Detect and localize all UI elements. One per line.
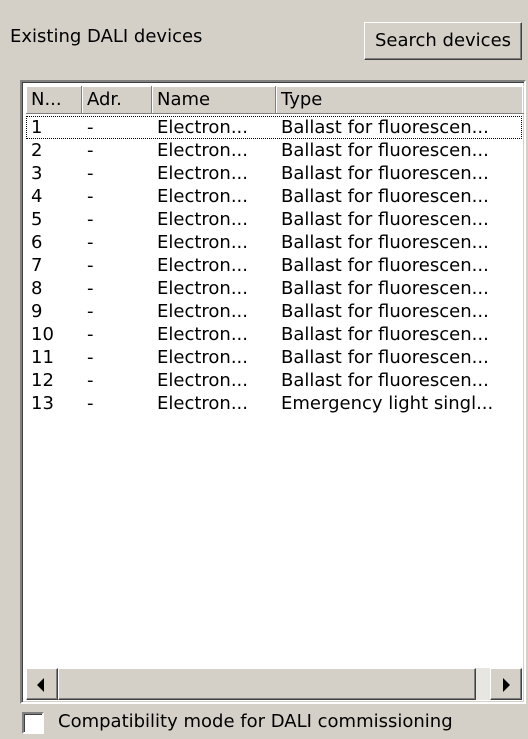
cell-number: 6 (31, 232, 43, 253)
cell-address: - (87, 209, 94, 230)
cell-number: 12 (31, 370, 54, 391)
cell-number: 4 (31, 186, 43, 207)
cell-address: - (87, 140, 94, 161)
cell-name: Electron... (157, 393, 248, 414)
cell-address: - (87, 163, 94, 184)
table-row[interactable]: 13 - Electron... Emergency light singl... (26, 392, 522, 415)
scrollbar-thumb[interactable] (58, 668, 476, 700)
scroll-right-button[interactable] (490, 668, 522, 700)
cell-name: Electron... (157, 370, 248, 391)
cell-address: - (87, 393, 94, 414)
table-row[interactable]: 7 - Electron... Ballast for fluorescen... (26, 254, 522, 277)
cell-number: 5 (31, 209, 43, 230)
devices-group-label: Existing DALI devices (10, 26, 203, 47)
cell-address: - (87, 232, 94, 253)
scroll-left-arrow-icon (37, 678, 44, 692)
cell-type: Ballast for fluorescen... (281, 347, 489, 368)
cell-name: Electron... (157, 347, 248, 368)
cell-address: - (87, 347, 94, 368)
cell-name: Electron... (157, 232, 248, 253)
table-row[interactable]: 3 - Electron... Ballast for fluorescen... (26, 162, 522, 185)
cell-type: Ballast for fluorescen... (281, 278, 489, 299)
table-row[interactable]: 8 - Electron... Ballast for fluorescen... (26, 277, 522, 300)
table-row[interactable]: 12 - Electron... Ballast for fluorescen... (26, 369, 522, 392)
cell-type: Ballast for fluorescen... (281, 209, 489, 230)
table-row[interactable]: 4 - Electron... Ballast for fluorescen... (26, 185, 522, 208)
cell-address: - (87, 117, 94, 138)
compatibility-mode-label: Compatibility mode for DALI commissionin… (58, 711, 453, 732)
cell-name: Electron... (157, 117, 248, 138)
cell-type: Ballast for fluorescen... (281, 370, 489, 391)
column-header-row: N... Adr. Name Type (26, 86, 524, 114)
cell-type: Ballast for fluorescen... (281, 232, 489, 253)
cell-address: - (87, 301, 94, 322)
cell-number: 7 (31, 255, 43, 276)
search-devices-button[interactable]: Search devices (364, 22, 522, 60)
column-header-type[interactable]: Type (276, 86, 524, 114)
table-row[interactable]: 10 - Electron... Ballast for fluorescen... (26, 323, 522, 346)
column-header-name[interactable]: Name (152, 86, 276, 114)
column-header-number[interactable]: N... (26, 86, 82, 114)
cell-address: - (87, 255, 94, 276)
cell-type: Ballast for fluorescen... (281, 301, 489, 322)
cell-type: Ballast for fluorescen... (281, 163, 489, 184)
cell-name: Electron... (157, 186, 248, 207)
cell-number: 2 (31, 140, 43, 161)
cell-name: Electron... (157, 301, 248, 322)
device-list[interactable]: N... Adr. Name Type 1 - Electron... Ballast… (20, 80, 526, 704)
cell-name: Electron... (157, 163, 248, 184)
cell-type: Ballast for fluorescen... (281, 324, 489, 345)
cell-name: Electron... (157, 255, 248, 276)
device-rows: 1 - Electron... Ballast for fluorescen... 2 -… (26, 116, 522, 415)
horizontal-scrollbar[interactable] (26, 668, 522, 700)
column-header-address[interactable]: Adr. (82, 86, 152, 114)
cell-type: Emergency light singl... (281, 393, 494, 414)
cell-address: - (87, 370, 94, 391)
cell-type: Ballast for fluorescen... (281, 117, 489, 138)
cell-address: - (87, 278, 94, 299)
table-row[interactable]: 5 - Electron... Ballast for fluorescen... (26, 208, 522, 231)
cell-number: 10 (31, 324, 54, 345)
compatibility-mode-checkbox[interactable] (22, 712, 44, 734)
cell-address: - (87, 324, 94, 345)
table-row[interactable]: 2 - Electron... Ballast for fluorescen... (26, 139, 522, 162)
cell-address: - (87, 186, 94, 207)
cell-type: Ballast for fluorescen... (281, 140, 489, 161)
cell-name: Electron... (157, 278, 248, 299)
scroll-right-arrow-icon (503, 678, 510, 692)
cell-number: 11 (31, 347, 54, 368)
cell-number: 13 (31, 393, 54, 414)
cell-name: Electron... (157, 209, 248, 230)
table-row[interactable]: 1 - Electron... Ballast for fluorescen... (26, 116, 522, 139)
cell-number: 3 (31, 163, 43, 184)
cell-type: Ballast for fluorescen... (281, 186, 489, 207)
cell-number: 9 (31, 301, 43, 322)
scroll-left-button[interactable] (26, 668, 58, 700)
cell-type: Ballast for fluorescen... (281, 255, 489, 276)
table-row[interactable]: 11 - Electron... Ballast for fluorescen... (26, 346, 522, 369)
table-row[interactable]: 6 - Electron... Ballast for fluorescen... (26, 231, 522, 254)
table-row[interactable]: 9 - Electron... Ballast for fluorescen... (26, 300, 522, 323)
cell-number: 1 (31, 117, 43, 138)
cell-name: Electron... (157, 140, 248, 161)
cell-name: Electron... (157, 324, 248, 345)
cell-number: 8 (31, 278, 43, 299)
